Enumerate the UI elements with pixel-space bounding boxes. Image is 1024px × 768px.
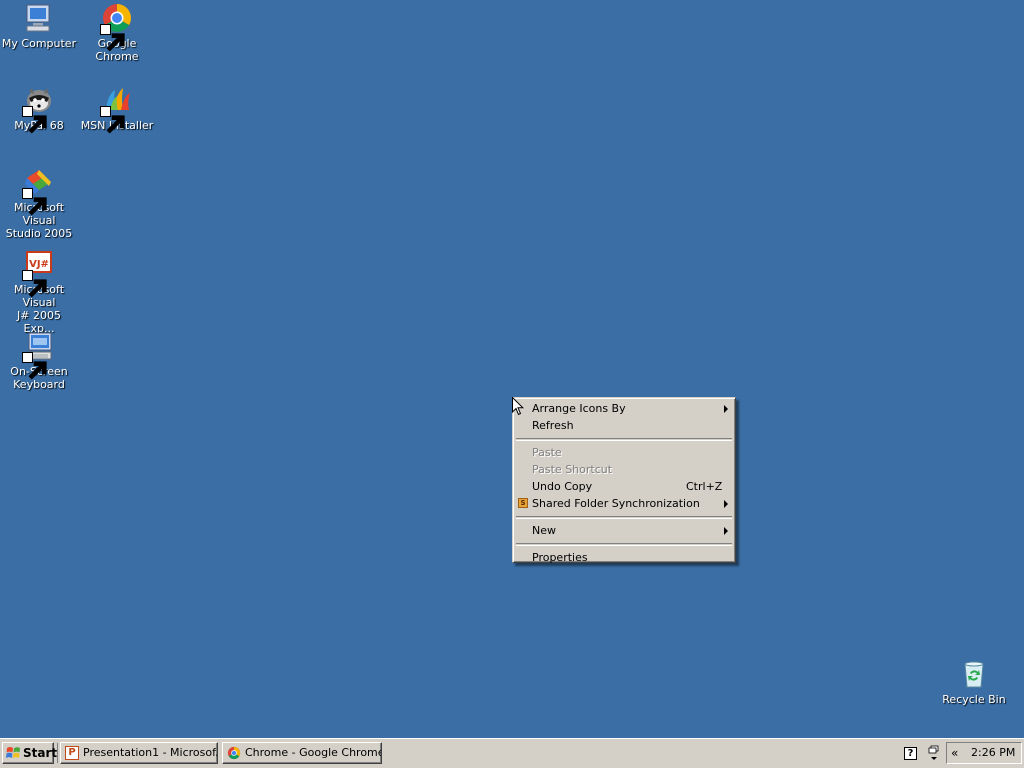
menu-item-refresh[interactable]: Refresh — [515, 417, 733, 434]
visual-studio-icon — [22, 166, 55, 216]
shortcut-arrow-icon — [22, 270, 47, 298]
window-stack-icon[interactable] — [928, 744, 940, 762]
shortcut-arrow-icon — [100, 24, 125, 52]
shortcut-hint: Ctrl+Z — [686, 480, 723, 493]
keyboard-icon — [22, 330, 55, 380]
taskbar-button-presentation1[interactable]: P Presentation1 - Microsof... — [60, 742, 218, 764]
help-icon[interactable]: ? — [904, 747, 917, 760]
submenu-arrow-icon — [724, 405, 728, 413]
submenu-arrow-icon — [724, 527, 728, 535]
menu-separator — [516, 543, 732, 546]
menu-item-arrange-icons-by[interactable]: Arrange Icons By — [515, 400, 733, 417]
menu-item-paste-shortcut: Paste Shortcut — [532, 463, 613, 476]
desktop-icon-recycle-bin[interactable]: Recycle Bin — [935, 658, 1013, 706]
menu-separator — [516, 438, 732, 441]
chrome-icon — [100, 2, 133, 52]
desktop-icon-vjsharp-2005[interactable]: VJ# Microsoft Visual J# 2005 Exp... — [0, 248, 78, 335]
desktop-icon-google-chrome[interactable]: Google Chrome — [78, 2, 156, 63]
msn-icon — [100, 84, 133, 134]
shortcut-arrow-icon — [22, 352, 47, 380]
desktop-icon-msn-installer[interactable]: MSN Installer — [78, 84, 156, 134]
start-button[interactable]: Start — [2, 742, 57, 764]
tray-expand-chevron-icon[interactable]: « — [951, 745, 958, 761]
mypal-icon — [22, 84, 55, 134]
menu-separator — [516, 516, 732, 519]
desktop-icon-on-screen-keyboard[interactable]: On-Screen Keyboard — [0, 330, 78, 391]
shortcut-arrow-icon — [22, 106, 47, 134]
taskbar-button-chrome[interactable]: Chrome - Google Chrome — [222, 742, 382, 764]
desktop-icon-my-computer[interactable]: My Computer — [0, 2, 78, 50]
windows-flag-icon — [6, 747, 20, 758]
powerpoint-icon: P — [65, 746, 79, 760]
desktop-context-menu: Arrange Icons By Refresh Paste Paste Sho… — [512, 397, 736, 566]
desktop-icon-mypal[interactable]: MyPal 68 — [0, 84, 78, 134]
menu-item-new[interactable]: New — [515, 522, 733, 539]
menu-item-undo-copy[interactable]: Undo Copy Ctrl+Z — [515, 478, 733, 495]
submenu-arrow-icon — [724, 500, 728, 508]
system-tray: « 2:26 PM — [946, 742, 1022, 764]
shortcut-arrow-icon — [100, 106, 125, 134]
chrome-icon — [227, 746, 241, 760]
desktop-icon-visual-studio-2005[interactable]: Microsoft Visual Studio 2005 — [0, 166, 78, 240]
mouse-cursor-icon — [512, 397, 524, 416]
recycle-bin-icon — [958, 658, 990, 690]
menu-item-paste: Paste — [532, 446, 562, 459]
shortcut-arrow-icon — [22, 188, 47, 216]
menu-item-shared-folder-sync[interactable]: S Shared Folder Synchronization — [515, 495, 733, 512]
taskbar-clock[interactable]: 2:26 PM — [971, 743, 1015, 763]
taskbar: Start P Presentation1 - Microsof... Chro… — [0, 738, 1024, 768]
desktop-icon-label: My Computer — [1, 37, 77, 50]
vjsharp-icon: VJ# — [22, 248, 55, 298]
sync-icon: S — [518, 498, 528, 508]
svg-text:VJ#: VJ# — [29, 259, 49, 270]
menu-item-properties[interactable]: Properties — [515, 549, 733, 566]
desktop-icon-label: Recycle Bin — [942, 693, 1006, 706]
my-computer-icon — [23, 2, 55, 34]
